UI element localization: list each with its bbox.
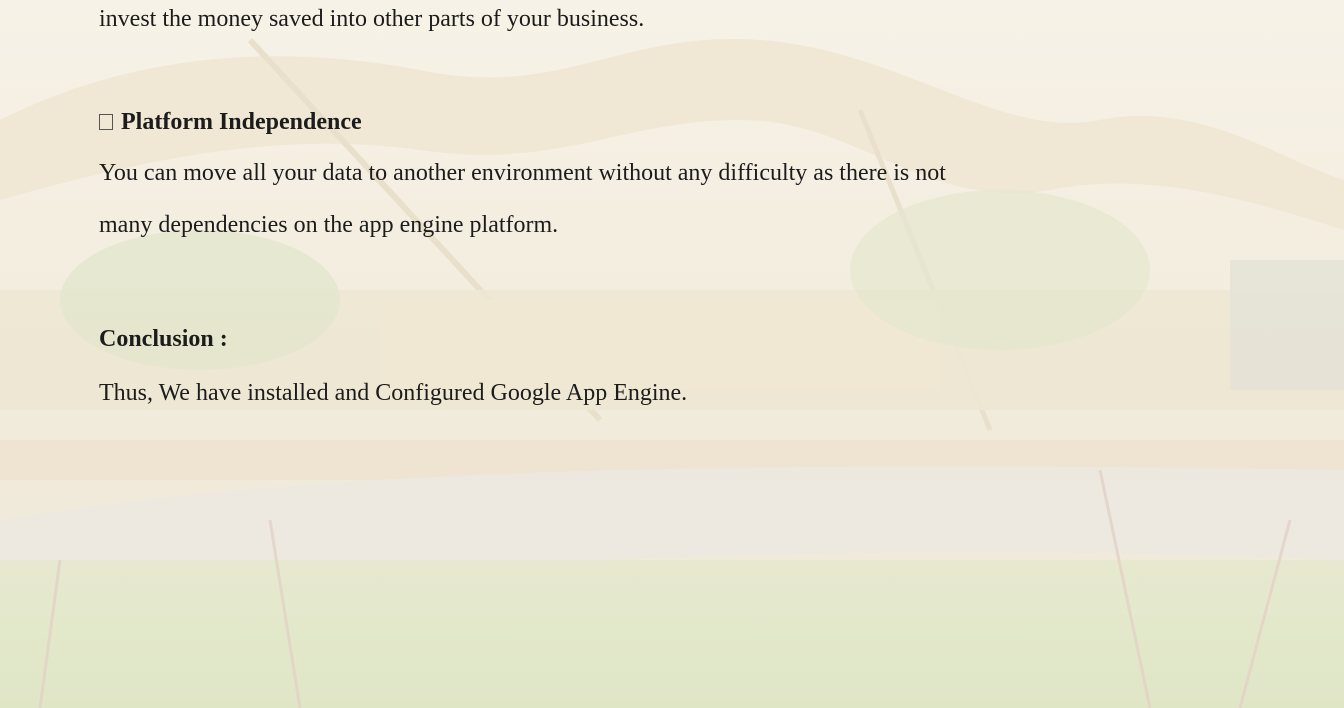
conclusion-text: Thus, We have installed and Configured G… bbox=[99, 380, 688, 406]
paragraph-line-2: many dependencies on the app engine plat… bbox=[99, 212, 559, 238]
checkbox-square-icon bbox=[99, 114, 113, 130]
document-page: invest the money saved into other parts … bbox=[0, 0, 1344, 708]
intro-line: invest the money saved into other parts … bbox=[99, 6, 645, 32]
paragraph-line-1: You can move all your data to another en… bbox=[99, 160, 946, 186]
section-heading-text: Platform Independence bbox=[121, 109, 362, 135]
conclusion-heading: Conclusion : bbox=[99, 326, 228, 352]
section-heading-platform-independence: Platform Independence bbox=[99, 107, 362, 137]
